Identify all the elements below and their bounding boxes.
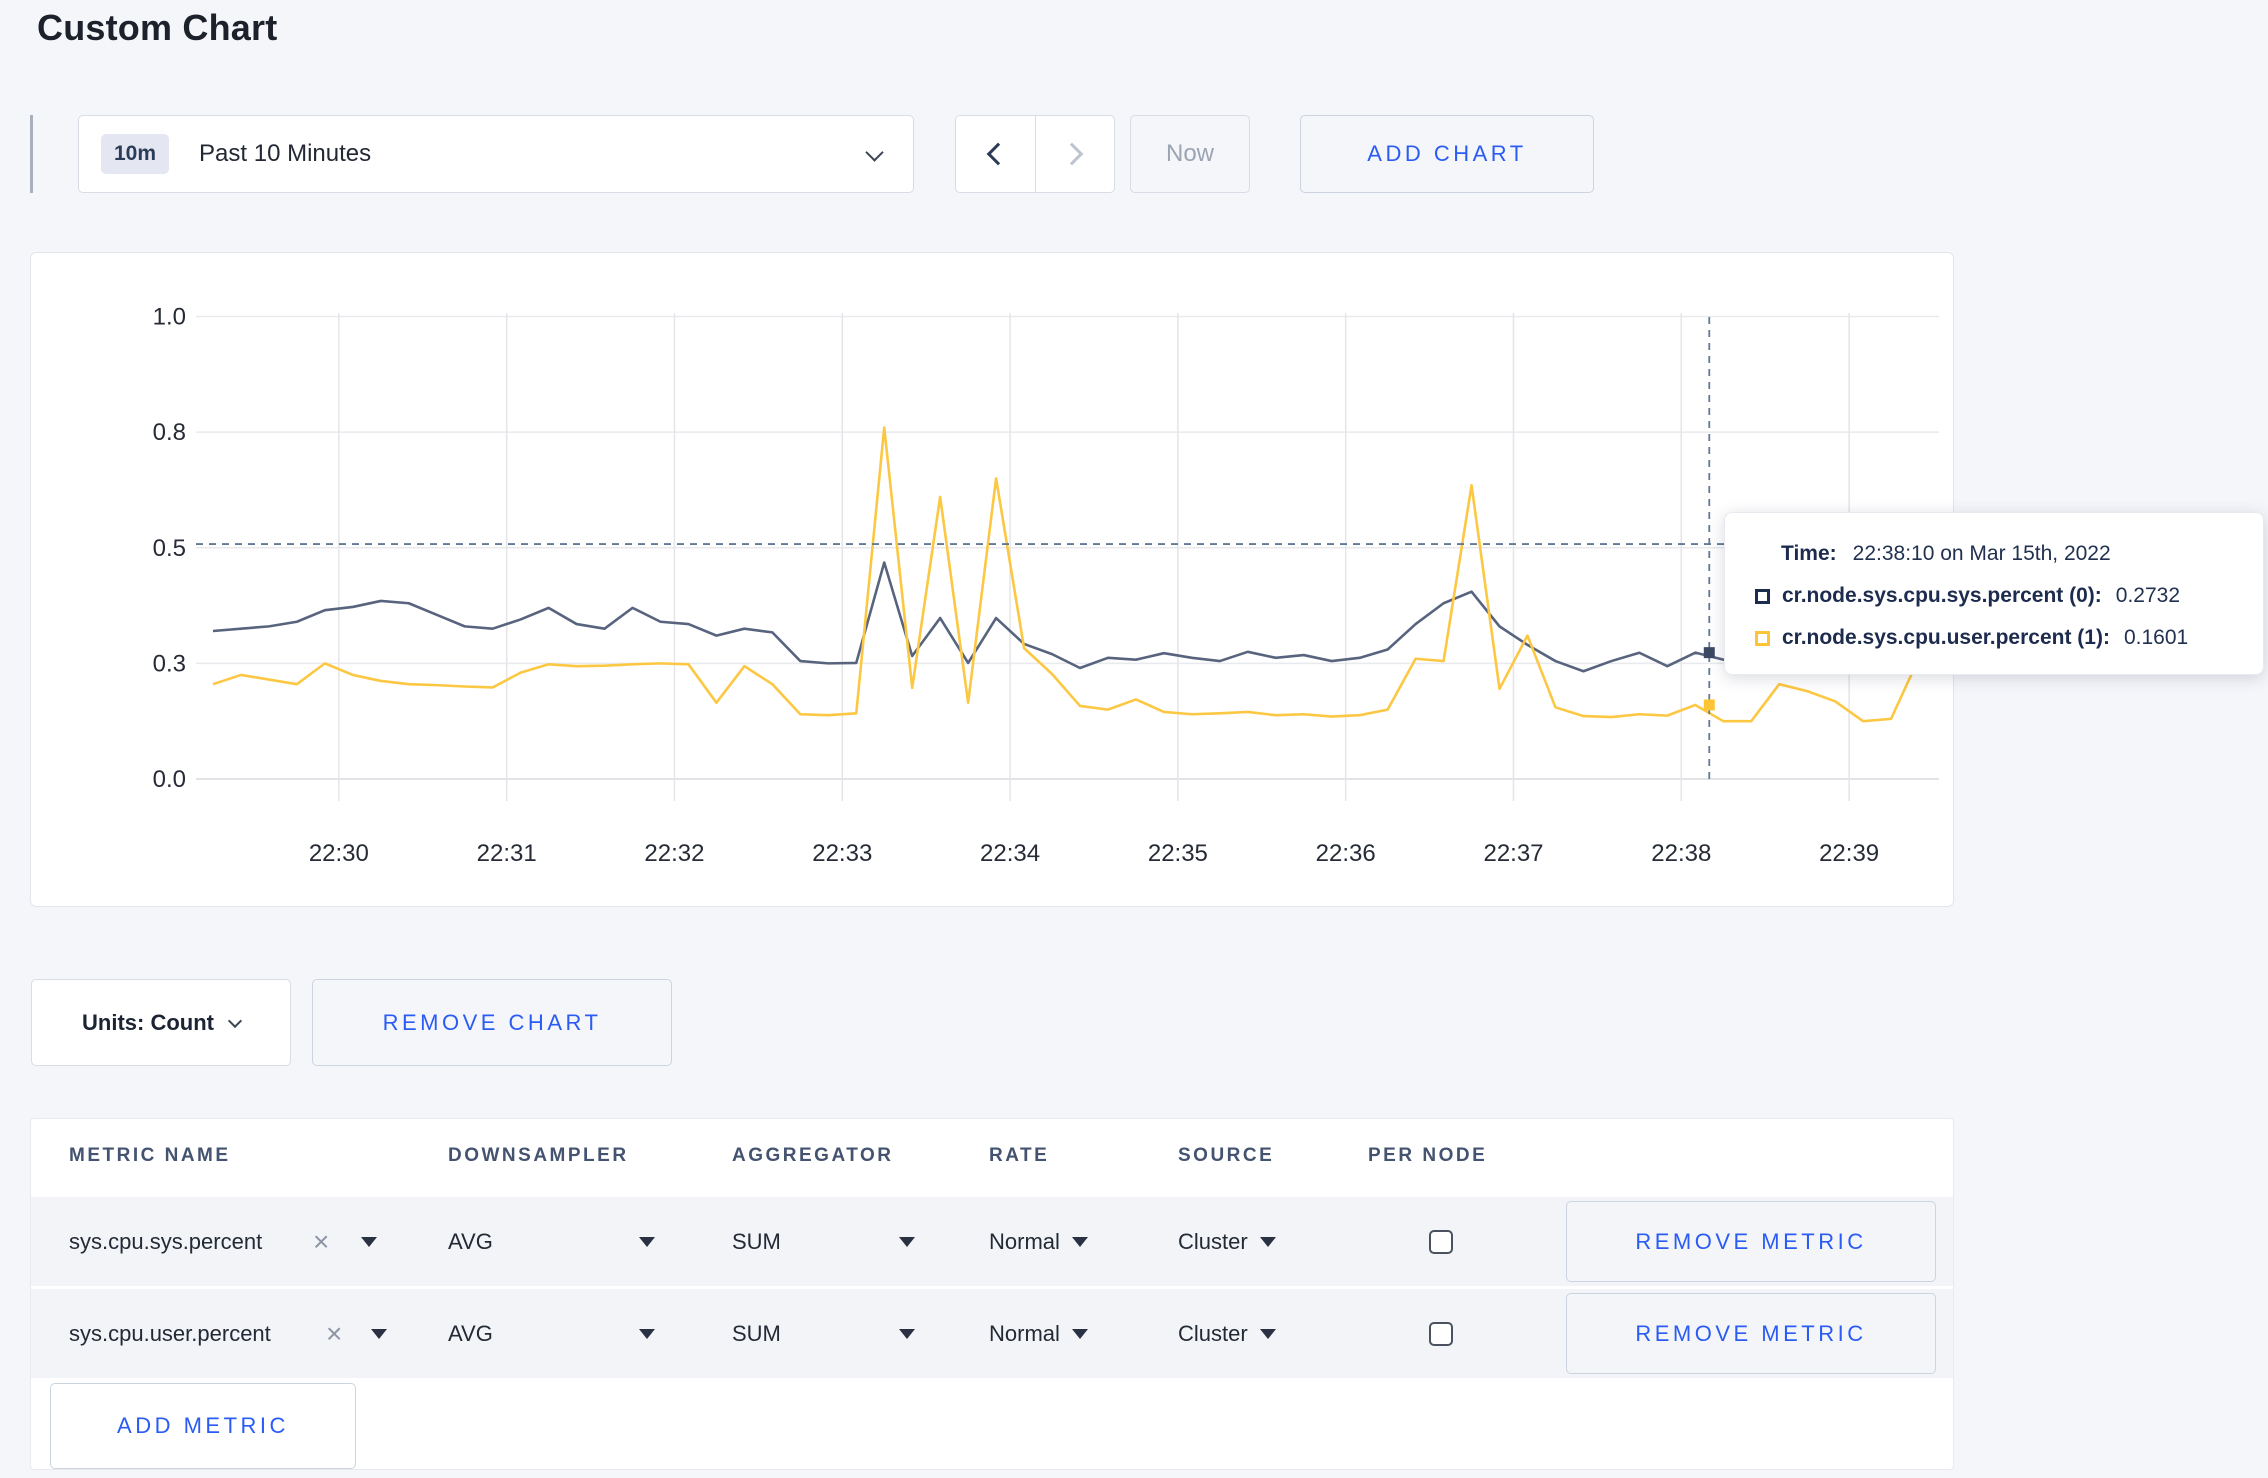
caret-down-icon[interactable] bbox=[371, 1328, 387, 1339]
column-header-source: SOURCE bbox=[1178, 1145, 1275, 1166]
chart-hover-tooltip: Time: 22:38:10 on Mar 15th, 2022 cr.node… bbox=[1724, 512, 2264, 675]
per-node-cell bbox=[1429, 1289, 1453, 1378]
metric-name-caret bbox=[371, 1289, 387, 1378]
rate-select[interactable]: Normal bbox=[989, 1289, 1088, 1378]
aggregator-select[interactable]: SUM bbox=[732, 1289, 781, 1378]
caret-down-icon[interactable] bbox=[899, 1236, 915, 1247]
table-row: sys.cpu.sys.percent × AVG SUM Normal Clu… bbox=[31, 1197, 1953, 1286]
aggregator-caret bbox=[899, 1197, 915, 1286]
column-header-downsampler: DOWNSAMPLER bbox=[448, 1145, 629, 1166]
svg-text:22:37: 22:37 bbox=[1483, 840, 1543, 867]
aggregator-caret bbox=[899, 1289, 915, 1378]
svg-text:22:32: 22:32 bbox=[644, 840, 704, 867]
metric-name-value[interactable]: sys.cpu.sys.percent bbox=[69, 1197, 262, 1286]
page-title: Custom Chart bbox=[37, 7, 278, 48]
column-header-metric-name: METRIC NAME bbox=[69, 1145, 231, 1166]
downsampler-select[interactable]: AVG bbox=[448, 1197, 493, 1286]
rate-select[interactable]: Normal bbox=[989, 1197, 1088, 1286]
tooltip-series-name: cr.node.sys.cpu.sys.percent (0): bbox=[1782, 584, 2102, 607]
tooltip-series-name: cr.node.sys.cpu.user.percent (1): bbox=[1782, 626, 2110, 649]
svg-text:0.3: 0.3 bbox=[153, 650, 186, 677]
svg-text:22:33: 22:33 bbox=[812, 840, 872, 867]
rate-value: Normal bbox=[989, 1320, 1060, 1346]
rate-value: Normal bbox=[989, 1228, 1060, 1254]
time-range-dropdown[interactable]: 10m Past 10 Minutes bbox=[78, 115, 914, 193]
per-node-checkbox[interactable] bbox=[1429, 1229, 1453, 1254]
time-range-badge: 10m bbox=[101, 134, 170, 174]
caret-down-icon[interactable] bbox=[639, 1328, 655, 1339]
chevron-right-icon bbox=[1060, 142, 1084, 166]
remove-chart-button[interactable]: REMOVE CHART bbox=[312, 979, 672, 1066]
metric-name-caret bbox=[361, 1197, 377, 1286]
tooltip-time-value: 22:38:10 on Mar 15th, 2022 bbox=[1852, 542, 2111, 565]
svg-text:1.0: 1.0 bbox=[153, 304, 186, 331]
svg-text:22:39: 22:39 bbox=[1819, 840, 1879, 867]
column-header-per-node: PER NODE bbox=[1368, 1145, 1488, 1166]
source-value: Cluster bbox=[1178, 1228, 1248, 1254]
clear-metric-icon[interactable]: × bbox=[313, 1197, 329, 1286]
chevron-down-icon bbox=[865, 143, 884, 162]
now-button[interactable]: Now bbox=[1130, 115, 1250, 193]
table-row: sys.cpu.user.percent × AVG SUM Normal Cl… bbox=[31, 1289, 1953, 1378]
tooltip-time-label: Time: bbox=[1781, 542, 1837, 565]
chevron-left-icon bbox=[986, 142, 1010, 166]
column-header-aggregator: AGGREGATOR bbox=[732, 1145, 894, 1166]
caret-down-icon[interactable] bbox=[899, 1328, 915, 1339]
svg-text:22:38: 22:38 bbox=[1651, 840, 1711, 867]
caret-down-icon bbox=[1259, 1328, 1276, 1339]
units-dropdown[interactable]: Units: Count bbox=[31, 979, 291, 1066]
clear-metric-icon[interactable]: × bbox=[326, 1289, 342, 1378]
caret-down-icon bbox=[1071, 1328, 1088, 1339]
toolbar-accent-divider bbox=[30, 115, 33, 193]
tooltip-series-value: 0.2732 bbox=[2115, 584, 2181, 607]
caret-down-icon[interactable] bbox=[639, 1236, 655, 1247]
svg-text:22:30: 22:30 bbox=[309, 840, 369, 867]
tooltip-series-value: 0.1601 bbox=[2123, 626, 2189, 649]
svg-text:0.0: 0.0 bbox=[153, 766, 186, 793]
remove-metric-button[interactable]: REMOVE METRIC bbox=[1566, 1293, 1936, 1374]
time-pager bbox=[955, 115, 1115, 193]
source-select[interactable]: Cluster bbox=[1178, 1289, 1276, 1378]
downsampler-select[interactable]: AVG bbox=[448, 1289, 493, 1378]
metrics-table: METRIC NAME DOWNSAMPLER AGGREGATOR RATE … bbox=[30, 1118, 1954, 1470]
caret-down-icon bbox=[1259, 1236, 1276, 1247]
source-value: Cluster bbox=[1178, 1320, 1248, 1346]
svg-text:22:36: 22:36 bbox=[1316, 840, 1376, 867]
units-label: Units: Count bbox=[82, 1009, 214, 1035]
series-user-swatch-icon bbox=[1755, 630, 1770, 646]
caret-down-icon[interactable] bbox=[361, 1236, 377, 1247]
time-range-label: Past 10 Minutes bbox=[199, 140, 372, 167]
downsampler-caret bbox=[639, 1197, 655, 1286]
source-select[interactable]: Cluster bbox=[1178, 1197, 1276, 1286]
next-time-button[interactable] bbox=[1034, 116, 1115, 192]
column-header-rate: RATE bbox=[989, 1145, 1050, 1166]
add-chart-button[interactable]: ADD CHART bbox=[1300, 115, 1594, 193]
series-sys-swatch-icon bbox=[1755, 588, 1770, 604]
caret-down-icon bbox=[1071, 1236, 1088, 1247]
svg-text:22:35: 22:35 bbox=[1148, 840, 1208, 867]
per-node-checkbox[interactable] bbox=[1429, 1321, 1453, 1346]
chart-svg[interactable]: 0.0 0.3 0.5 0.8 1.0 22:30 22:31 22:32 22:33 22:34… bbox=[31, 253, 1953, 906]
metric-name-value[interactable]: sys.cpu.user.percent bbox=[69, 1289, 271, 1378]
downsampler-caret bbox=[639, 1289, 655, 1378]
svg-text:0.5: 0.5 bbox=[153, 535, 186, 562]
aggregator-select[interactable]: SUM bbox=[732, 1197, 781, 1286]
toolbar: 10m Past 10 Minutes Now ADD CHART bbox=[0, 115, 2268, 193]
svg-text:22:34: 22:34 bbox=[980, 840, 1040, 867]
metrics-table-header: METRIC NAME DOWNSAMPLER AGGREGATOR RATE … bbox=[31, 1119, 1953, 1197]
chart-card: 0.0 0.3 0.5 0.8 1.0 22:30 22:31 22:32 22:33 22:34… bbox=[30, 252, 1954, 907]
remove-metric-button[interactable]: REMOVE METRIC bbox=[1566, 1201, 1936, 1282]
prev-time-button[interactable] bbox=[956, 116, 1035, 192]
svg-text:22:31: 22:31 bbox=[477, 840, 537, 867]
add-metric-button[interactable]: ADD METRIC bbox=[50, 1383, 356, 1469]
per-node-cell bbox=[1429, 1197, 1453, 1286]
chevron-down-icon bbox=[227, 1013, 243, 1028]
svg-text:0.8: 0.8 bbox=[153, 419, 186, 446]
